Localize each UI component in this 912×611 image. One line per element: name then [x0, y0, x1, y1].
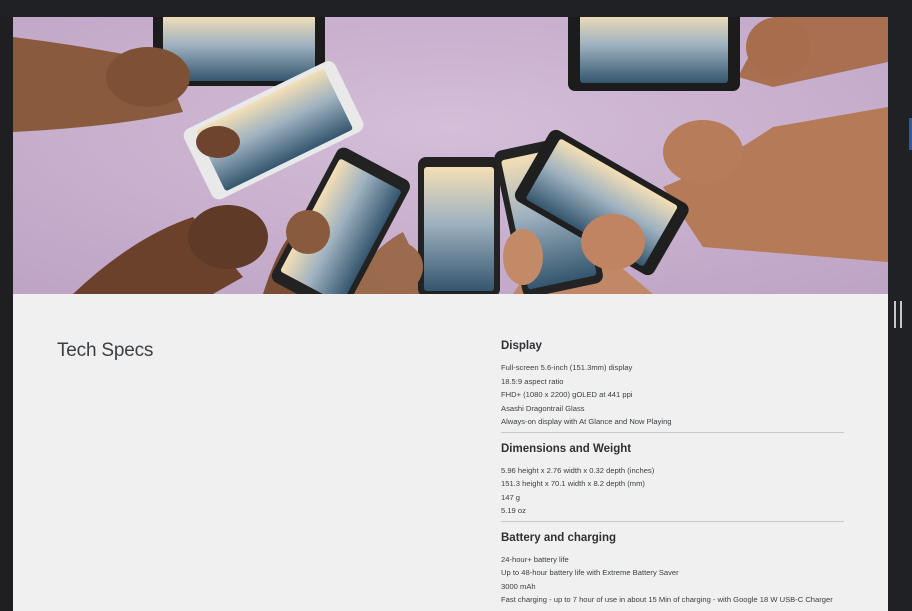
scrollbar-thumb[interactable] — [894, 301, 902, 328]
spec-line: 5.19 oz — [501, 506, 526, 515]
spec-line: 151.3 height x 70.1 width x 8.2 depth (m… — [501, 479, 645, 488]
spec-section-display: Display Full-screen 5.6-inch (151.3mm) d… — [501, 340, 844, 433]
spec-section-battery: Battery and charging 24-hour+ battery li… — [501, 532, 844, 610]
specs-list: Display Full-screen 5.6-inch (151.3mm) d… — [501, 340, 844, 611]
spec-line: Up to 48-hour battery life with Extreme … — [501, 568, 679, 577]
spec-heading: Display — [501, 340, 542, 352]
hero-image — [13, 17, 888, 294]
spec-line: 18.5:9 aspect ratio — [501, 376, 564, 386]
spec-line: Fast charging - up to 7 hour of use in a… — [501, 595, 833, 604]
spec-heading: Battery and charging — [501, 531, 617, 544]
spec-line: FHD+ (1080 x 2200) gOLED at 441 ppi — [501, 390, 633, 399]
spec-heading: Dimensions and Weight — [501, 442, 632, 455]
spec-line: 147 g — [501, 492, 521, 502]
spec-line: 3000 mAh — [501, 581, 536, 591]
window-left-edge — [0, 17, 13, 611]
tech-specs-title: Tech Specs — [57, 340, 154, 361]
hands-holding-phones-illustration — [13, 17, 888, 294]
product-page: Tech Specs Display Full-screen 5.6-inch … — [13, 17, 888, 611]
spec-line: Asashi Dragontrail Glass — [501, 403, 585, 413]
browser-top-bar — [0, 0, 912, 17]
spec-line: 24-hour+ battery life — [501, 554, 569, 564]
spec-line: Always-on display with At Glance and Now… — [501, 417, 672, 426]
spec-section-dimensions: Dimensions and Weight 5.96 height x 2.76… — [501, 443, 844, 522]
tech-specs-section: Tech Specs Display Full-screen 5.6-inch … — [13, 294, 888, 611]
spec-line: Full-screen 5.6-inch (151.3mm) display — [501, 363, 633, 372]
spec-line: 5.96 height x 2.76 width x 0.32 depth (i… — [501, 465, 655, 475]
